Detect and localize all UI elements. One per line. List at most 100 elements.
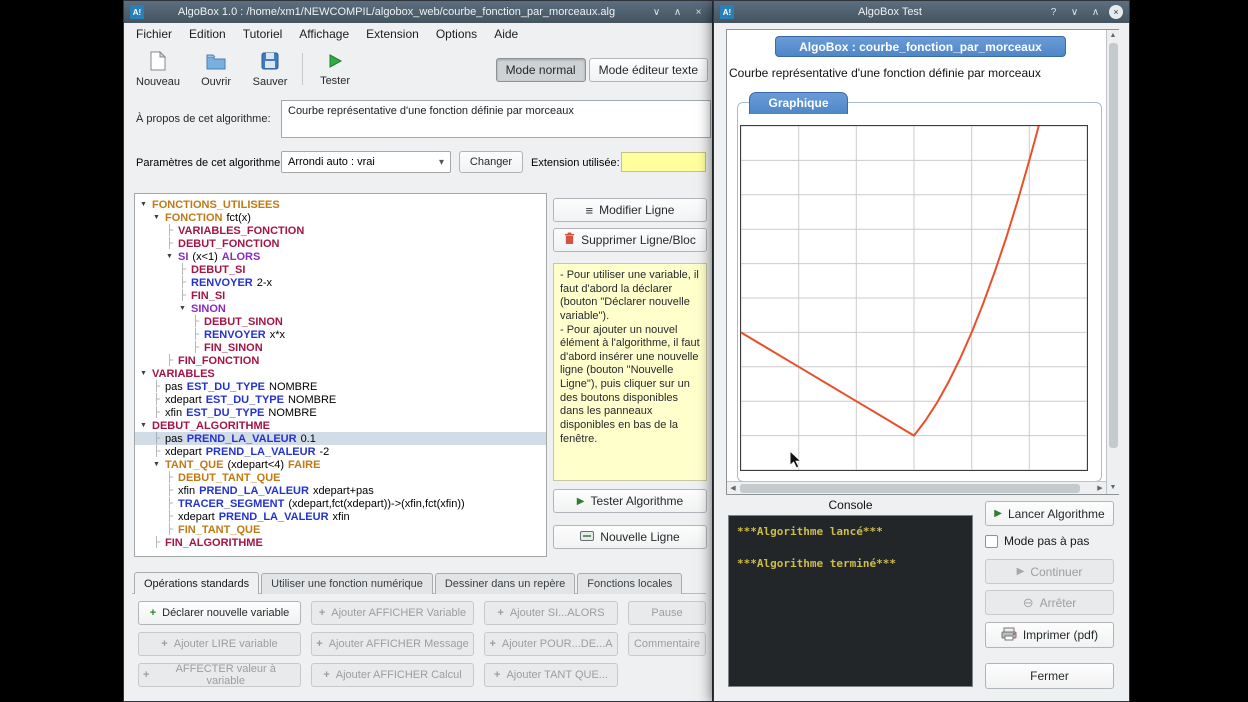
- fermer-button[interactable]: Fermer: [985, 663, 1114, 689]
- nouvelle-ligne-button[interactable]: Nouvelle Ligne: [553, 525, 707, 549]
- main-titlebar[interactable]: A! AlgoBox 1.0 : /home/xm1/NEWCOMPIL/alg…: [124, 1, 712, 23]
- tree-indent: [140, 243, 166, 244]
- tree-row[interactable]: ├pasEST_DU_TYPENOMBRE: [135, 380, 546, 393]
- button-ajouter-afficher-calcul[interactable]: +Ajouter AFFICHER Calcul: [311, 663, 474, 687]
- maximize-icon[interactable]: ∧: [670, 7, 685, 18]
- tree-row[interactable]: ▼TANT_QUE(xdepart<4)FAIRE: [135, 458, 546, 471]
- button-affecter-valeur-a-variable[interactable]: +AFFECTER valeur à variable: [138, 663, 301, 687]
- button-label: Ajouter SI...ALORS: [510, 607, 605, 619]
- ouvrir-button[interactable]: Ouvrir: [194, 49, 238, 90]
- scrollbar-thumb[interactable]: [1109, 43, 1118, 448]
- tree-token: FAIRE: [288, 459, 320, 471]
- button-commentaire[interactable]: Commentaire: [628, 632, 706, 656]
- supprimer-ligne-button[interactable]: Supprimer Ligne/Bloc: [553, 228, 707, 252]
- expand-arrow-icon[interactable]: ▼: [153, 214, 165, 221]
- menu-affichage[interactable]: Affichage: [299, 27, 349, 41]
- tree-row[interactable]: ▼FONCTIONS_UTILISEES: [135, 198, 546, 211]
- tree-row[interactable]: ├xdepartPREND_LA_VALEURxfin: [135, 510, 546, 523]
- scroll-right-icon[interactable]: ▶: [1094, 484, 1106, 492]
- scroll-down-icon[interactable]: ▼: [1107, 482, 1119, 494]
- tree-row[interactable]: ▼SINON: [135, 302, 546, 315]
- button-ajouter-si-alors[interactable]: +Ajouter SI...ALORS: [484, 601, 618, 625]
- minimize-icon[interactable]: ∨: [649, 7, 664, 18]
- button-pause[interactable]: Pause: [628, 601, 706, 625]
- expand-arrow-icon[interactable]: ▼: [153, 461, 165, 468]
- tree-row[interactable]: ▼FONCTIONfct(x): [135, 211, 546, 224]
- tree-row[interactable]: ├DEBUT_TANT_QUE: [135, 471, 546, 484]
- button-ajouter-tant-que[interactable]: +Ajouter TANT QUE...: [484, 663, 618, 687]
- about-description-field[interactable]: Courbe représentative d'une fonction déf…: [281, 100, 711, 138]
- menu-tutoriel[interactable]: Tutoriel: [243, 27, 283, 41]
- expand-arrow-icon[interactable]: ▼: [179, 305, 191, 312]
- modifier-ligne-button[interactable]: ≡ Modifier Ligne: [553, 198, 707, 222]
- tree-row[interactable]: ├FIN_SINON: [135, 341, 546, 354]
- tree-row[interactable]: ├pasPREND_LA_VALEUR0.1: [135, 432, 546, 445]
- tree-row[interactable]: ├xdepartEST_DU_TYPENOMBRE: [135, 393, 546, 406]
- tab-operations-standards[interactable]: Opérations standards: [134, 572, 259, 594]
- horizontal-scrollbar[interactable]: ◀ ▶: [727, 481, 1106, 494]
- tree-row[interactable]: ├xfinEST_DU_TYPENOMBRE: [135, 406, 546, 419]
- tree-row[interactable]: ▼SI(x<1)ALORS: [135, 250, 546, 263]
- mode-normal-button[interactable]: Mode normal: [496, 58, 586, 82]
- tree-row[interactable]: ├RENVOYER2-x: [135, 276, 546, 289]
- changer-button[interactable]: Changer: [459, 151, 523, 173]
- test-titlebar[interactable]: A! AlgoBox Test ? ∨ ∧ ×: [714, 1, 1129, 23]
- tab-graphique[interactable]: Graphique: [749, 92, 848, 114]
- help-icon[interactable]: ?: [1046, 7, 1061, 18]
- lancer-algorithme-button[interactable]: ▶ Lancer Algorithme: [985, 501, 1114, 526]
- test-content-panel: AlgoBox : courbe_fonction_par_morceaux C…: [726, 29, 1119, 495]
- tester-button[interactable]: Tester: [313, 50, 357, 89]
- tree-row[interactable]: ├FIN_FONCTION: [135, 354, 546, 367]
- maximize-icon[interactable]: ∧: [1088, 7, 1103, 18]
- tree-row[interactable]: ├TRACER_SEGMENT(xdepart,fct(xdepart))->(…: [135, 497, 546, 510]
- tree-row[interactable]: ├FIN_TANT_QUE: [135, 523, 546, 536]
- tab-dessiner-dans-un-repere[interactable]: Dessiner dans un repère: [435, 573, 575, 594]
- tree-row[interactable]: ├DEBUT_FONCTION: [135, 237, 546, 250]
- arreter-button[interactable]: ⊖ Arrêter: [985, 590, 1114, 615]
- menu-aide[interactable]: Aide: [494, 27, 518, 41]
- tab-utiliser-une-fonction-numerique[interactable]: Utiliser une fonction numérique: [261, 573, 433, 594]
- tab-fonctions-locales[interactable]: Fonctions locales: [577, 573, 682, 594]
- tree-row[interactable]: ├FIN_ALGORITHME: [135, 536, 546, 549]
- imprimer-pdf-button[interactable]: Imprimer (pdf): [985, 622, 1114, 648]
- nouveau-button[interactable]: Nouveau: [132, 49, 184, 90]
- tree-row[interactable]: ├xdepartPREND_LA_VALEUR-2: [135, 445, 546, 458]
- tree-row[interactable]: ▼VARIABLES: [135, 367, 546, 380]
- mode-editeur-texte-button[interactable]: Mode éditeur texte: [589, 58, 708, 82]
- expand-arrow-icon[interactable]: ▼: [140, 422, 152, 429]
- menu-extension[interactable]: Extension: [366, 27, 419, 41]
- menu-edition[interactable]: Edition: [189, 27, 226, 41]
- menu-options[interactable]: Options: [436, 27, 477, 41]
- expand-arrow-icon[interactable]: ▼: [140, 201, 152, 208]
- tree-row[interactable]: ├VARIABLES_FONCTION: [135, 224, 546, 237]
- minimize-icon[interactable]: ∨: [1067, 7, 1082, 18]
- tree-row[interactable]: ├DEBUT_SINON: [135, 315, 546, 328]
- expand-arrow-icon[interactable]: ▼: [140, 370, 152, 377]
- tree-row[interactable]: ├RENVOYERx*x: [135, 328, 546, 341]
- scrollbar-thumb[interactable]: [740, 484, 1080, 493]
- close-icon[interactable]: ×: [1109, 5, 1123, 19]
- close-icon[interactable]: ×: [691, 7, 706, 18]
- extension-input[interactable]: [621, 152, 706, 172]
- button-ajouter-pour-de-a[interactable]: +Ajouter POUR...DE...A: [484, 632, 618, 656]
- mode-pas-checkbox[interactable]: [985, 535, 998, 548]
- button-ajouter-afficher-variable[interactable]: +Ajouter AFFICHER Variable: [311, 601, 474, 625]
- button-declarer-nouvelle-variable[interactable]: +Déclarer nouvelle variable: [138, 601, 301, 625]
- tree-row[interactable]: ▼DEBUT_ALGORITHME: [135, 419, 546, 432]
- button-ajouter-lire-variable[interactable]: +Ajouter LIRE variable: [138, 632, 301, 656]
- menu-fichier[interactable]: Fichier: [136, 27, 172, 41]
- vertical-scrollbar[interactable]: ▲ ▼: [1106, 30, 1119, 494]
- arrondi-combobox[interactable]: Arrondi auto : vrai ▾: [281, 151, 451, 173]
- tree-row[interactable]: ├DEBUT_SI: [135, 263, 546, 276]
- scroll-up-icon[interactable]: ▲: [1107, 30, 1119, 42]
- mode-pas-a-pas-option[interactable]: Mode pas à pas: [985, 534, 1089, 548]
- algorithm-tree[interactable]: ▼FONCTIONS_UTILISEES▼FONCTIONfct(x)├VARI…: [134, 193, 547, 557]
- scroll-left-icon[interactable]: ◀: [727, 484, 739, 492]
- tree-row[interactable]: ├FIN_SI: [135, 289, 546, 302]
- expand-arrow-icon[interactable]: ▼: [166, 253, 178, 260]
- tester-algorithme-button[interactable]: ▶ Tester Algorithme: [553, 489, 707, 513]
- continuer-button[interactable]: ▶ Continuer: [985, 559, 1114, 584]
- tree-row[interactable]: ├xfinPREND_LA_VALEURxdepart+pas: [135, 484, 546, 497]
- button-ajouter-afficher-message[interactable]: +Ajouter AFFICHER Message: [311, 632, 474, 656]
- sauver-button[interactable]: Sauver: [248, 49, 292, 90]
